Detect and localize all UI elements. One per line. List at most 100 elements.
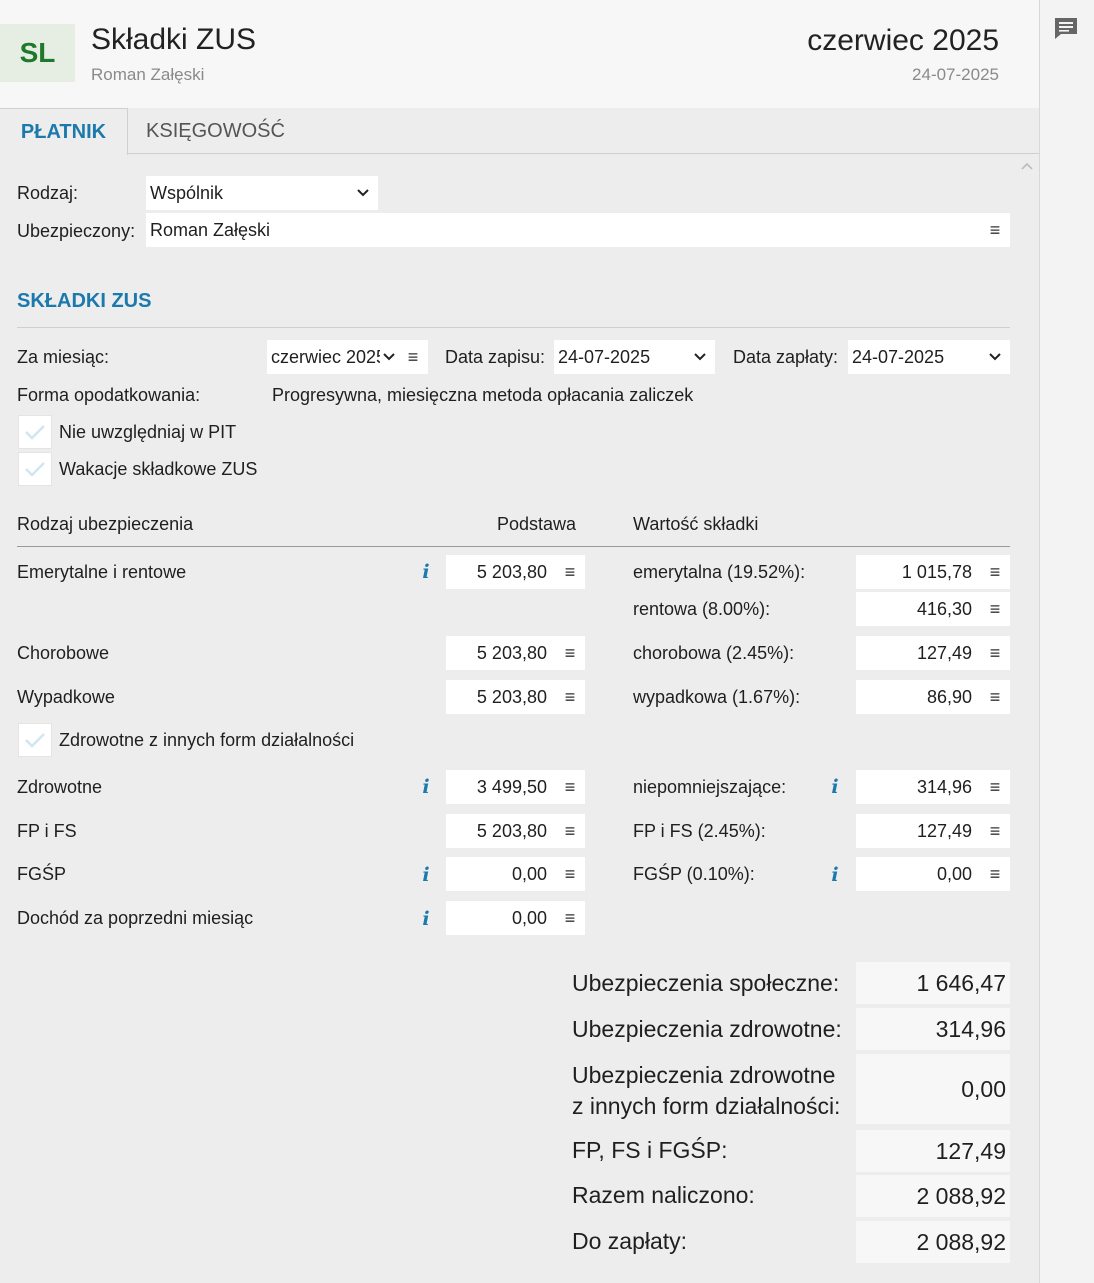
menu-icon[interactable]: ≡ [980, 599, 1010, 620]
page-title: Składki ZUS [91, 23, 257, 56]
rentowa-value: 416,30 [916, 598, 972, 619]
chorobowe-podstawa-value: 5 203,80 [476, 642, 547, 663]
rodzaj-label: Rodzaj: [17, 183, 79, 203]
nie-uwzgledniaj-checkbox[interactable] [18, 415, 52, 449]
fgsp-skladka-value: 0,00 [936, 863, 972, 884]
menu-icon[interactable]: ≡ [555, 687, 585, 708]
dochod-label: Dochód za poprzedni miesiąc [17, 908, 254, 928]
wypadkowe-label: Wypadkowe [17, 687, 115, 707]
forma-label: Forma opodatkowania: [17, 385, 201, 405]
emerytalna-label: emerytalna (19.52%): [633, 562, 806, 582]
niepomniejszajace-value: 314,96 [916, 776, 972, 797]
menu-icon[interactable]: ≡ [980, 220, 1010, 241]
dochod-field[interactable]: 0,00 ≡ [446, 901, 585, 935]
rentowa-label: rentowa (8.00%): [633, 599, 771, 619]
section-title: SKŁADKI ZUS [17, 290, 152, 312]
chevron-down-icon[interactable] [980, 353, 1010, 361]
chevron-down-icon[interactable] [685, 353, 715, 361]
table-header-divider [17, 546, 1010, 547]
rentowa-field[interactable]: 416,30 ≡ [856, 592, 1010, 626]
fgsp-podstawa-field[interactable]: 0,00 ≡ [446, 857, 585, 891]
zdrowotne-podstawa-value: 3 499,50 [476, 776, 547, 797]
wypadkowa-field[interactable]: 86,90 ≡ [856, 680, 1010, 714]
za-miesiac-field[interactable]: czerwiec 2025 ≡ [267, 340, 428, 374]
info-icon[interactable]: i [829, 864, 841, 886]
sum-zdrowotne-label: Ubezpieczenia zdrowotne: [572, 1016, 842, 1042]
rodzaj-select[interactable]: Wspólnik [146, 176, 378, 210]
info-icon[interactable]: i [829, 776, 841, 798]
data-zapisu-field[interactable]: 24-07-2025 [554, 340, 715, 374]
menu-icon[interactable]: ≡ [980, 562, 1010, 583]
chevron-down-icon[interactable] [380, 353, 398, 361]
data-zaplaty-value: 24-07-2025 [852, 346, 945, 367]
menu-icon[interactable]: ≡ [398, 347, 428, 368]
data-zaplaty-label: Data zapłaty: [733, 347, 839, 367]
emerytalna-value: 1 015,78 [901, 561, 972, 582]
wakacje-label: Wakacje składkowe ZUS [59, 459, 258, 479]
scroll-up-icon[interactable] [1020, 158, 1036, 172]
chorobowa-field[interactable]: 127,49 ≡ [856, 636, 1010, 670]
sum-inne-value: 0,00 [856, 1054, 1010, 1124]
chorobowe-podstawa-field[interactable]: 5 203,80 ≡ [446, 636, 585, 670]
tab-platnik[interactable]: PŁATNIK [0, 108, 128, 155]
sum-fpfs-label: FP, FS i FGŚP: [572, 1137, 728, 1163]
header-date: 24-07-2025 [912, 65, 999, 84]
chorobowa-label: chorobowa (2.45%): [633, 643, 795, 663]
menu-icon[interactable]: ≡ [980, 777, 1010, 798]
ubezpieczony-value: Roman Załęski [150, 219, 271, 240]
menu-icon[interactable]: ≡ [555, 821, 585, 842]
niepomniejszajace-field[interactable]: 314,96 ≡ [856, 770, 1010, 804]
sum-spoleczne-label: Ubezpieczenia społeczne: [572, 970, 840, 996]
fgsp-skladka-label: FGŚP (0.10%): [633, 864, 755, 884]
nie-uwzgledniaj-label: Nie uwzględniaj w PIT [59, 422, 237, 442]
wypadkowe-podstawa-field[interactable]: 5 203,80 ≡ [446, 680, 585, 714]
menu-icon[interactable]: ≡ [980, 821, 1010, 842]
menu-icon[interactable]: ≡ [980, 864, 1010, 885]
info-icon[interactable]: i [420, 561, 432, 583]
zdrowotne-inne-checkbox[interactable] [18, 723, 52, 757]
ubezpieczony-field[interactable]: Roman Załęski ≡ [146, 213, 1010, 247]
menu-icon[interactable]: ≡ [555, 562, 585, 583]
fpfs-podstawa-value: 5 203,80 [476, 820, 547, 841]
fpfs-skladka-field[interactable]: 127,49 ≡ [856, 814, 1010, 848]
menu-icon[interactable]: ≡ [980, 687, 1010, 708]
emerytalna-field[interactable]: 1 015,78 ≡ [856, 555, 1010, 589]
sum-zaplata-value: 2 088,92 [856, 1221, 1010, 1263]
fgsp-skladka-field[interactable]: 0,00 ≡ [856, 857, 1010, 891]
menu-icon[interactable]: ≡ [555, 643, 585, 664]
info-icon[interactable]: i [420, 864, 432, 886]
forma-value: Progresywna, miesięczna metoda opłacania… [272, 385, 694, 405]
za-miesiac-label: Za miesiąc: [17, 347, 110, 367]
menu-icon[interactable]: ≡ [980, 643, 1010, 664]
avatar: SL [0, 24, 75, 82]
menu-icon[interactable]: ≡ [555, 908, 585, 929]
chevron-down-icon [348, 189, 378, 197]
check-icon [25, 733, 45, 748]
menu-icon[interactable]: ≡ [555, 864, 585, 885]
wypadkowa-label: wypadkowa (1.67%): [633, 687, 801, 707]
col-podstawa-header: Podstawa [497, 514, 577, 534]
zdrowotne-podstawa-field[interactable]: 3 499,50 ≡ [446, 770, 585, 804]
data-zaplaty-field[interactable]: 24-07-2025 [848, 340, 1010, 374]
right-sidebar [1039, 0, 1094, 1283]
data-zapisu-value: 24-07-2025 [558, 346, 651, 367]
tab-ksiegowosc[interactable]: KSIĘGOWOŚĆ [128, 108, 303, 154]
fpfs-podstawa-field[interactable]: 5 203,80 ≡ [446, 814, 585, 848]
tab-bar: PŁATNIK KSIĘGOWOŚĆ [0, 108, 1039, 155]
info-icon[interactable]: i [420, 908, 432, 930]
sum-razem-label: Razem naliczono: [572, 1182, 755, 1208]
info-icon[interactable]: i [420, 776, 432, 798]
fpfs-skladka-label: FP i FS (2.45%): [633, 821, 766, 841]
wypadkowa-value: 86,90 [926, 686, 972, 707]
sum-inne-label-1: Ubezpieczenia zdrowotne [572, 1062, 836, 1088]
menu-icon[interactable]: ≡ [555, 777, 585, 798]
ubezpieczony-label: Ubezpieczony: [17, 221, 136, 241]
fgsp-label: FGŚP [17, 864, 67, 884]
fpfs-skladka-value: 127,49 [916, 820, 972, 841]
comment-icon[interactable] [1053, 16, 1079, 40]
emerytalne-podstawa-field[interactable]: 5 203,80 ≡ [446, 555, 585, 589]
chorobowa-value: 127,49 [916, 642, 972, 663]
fpfs-label: FP i FS [17, 821, 77, 841]
wakacje-checkbox[interactable] [18, 452, 52, 486]
wypadkowe-podstawa-value: 5 203,80 [476, 686, 547, 707]
